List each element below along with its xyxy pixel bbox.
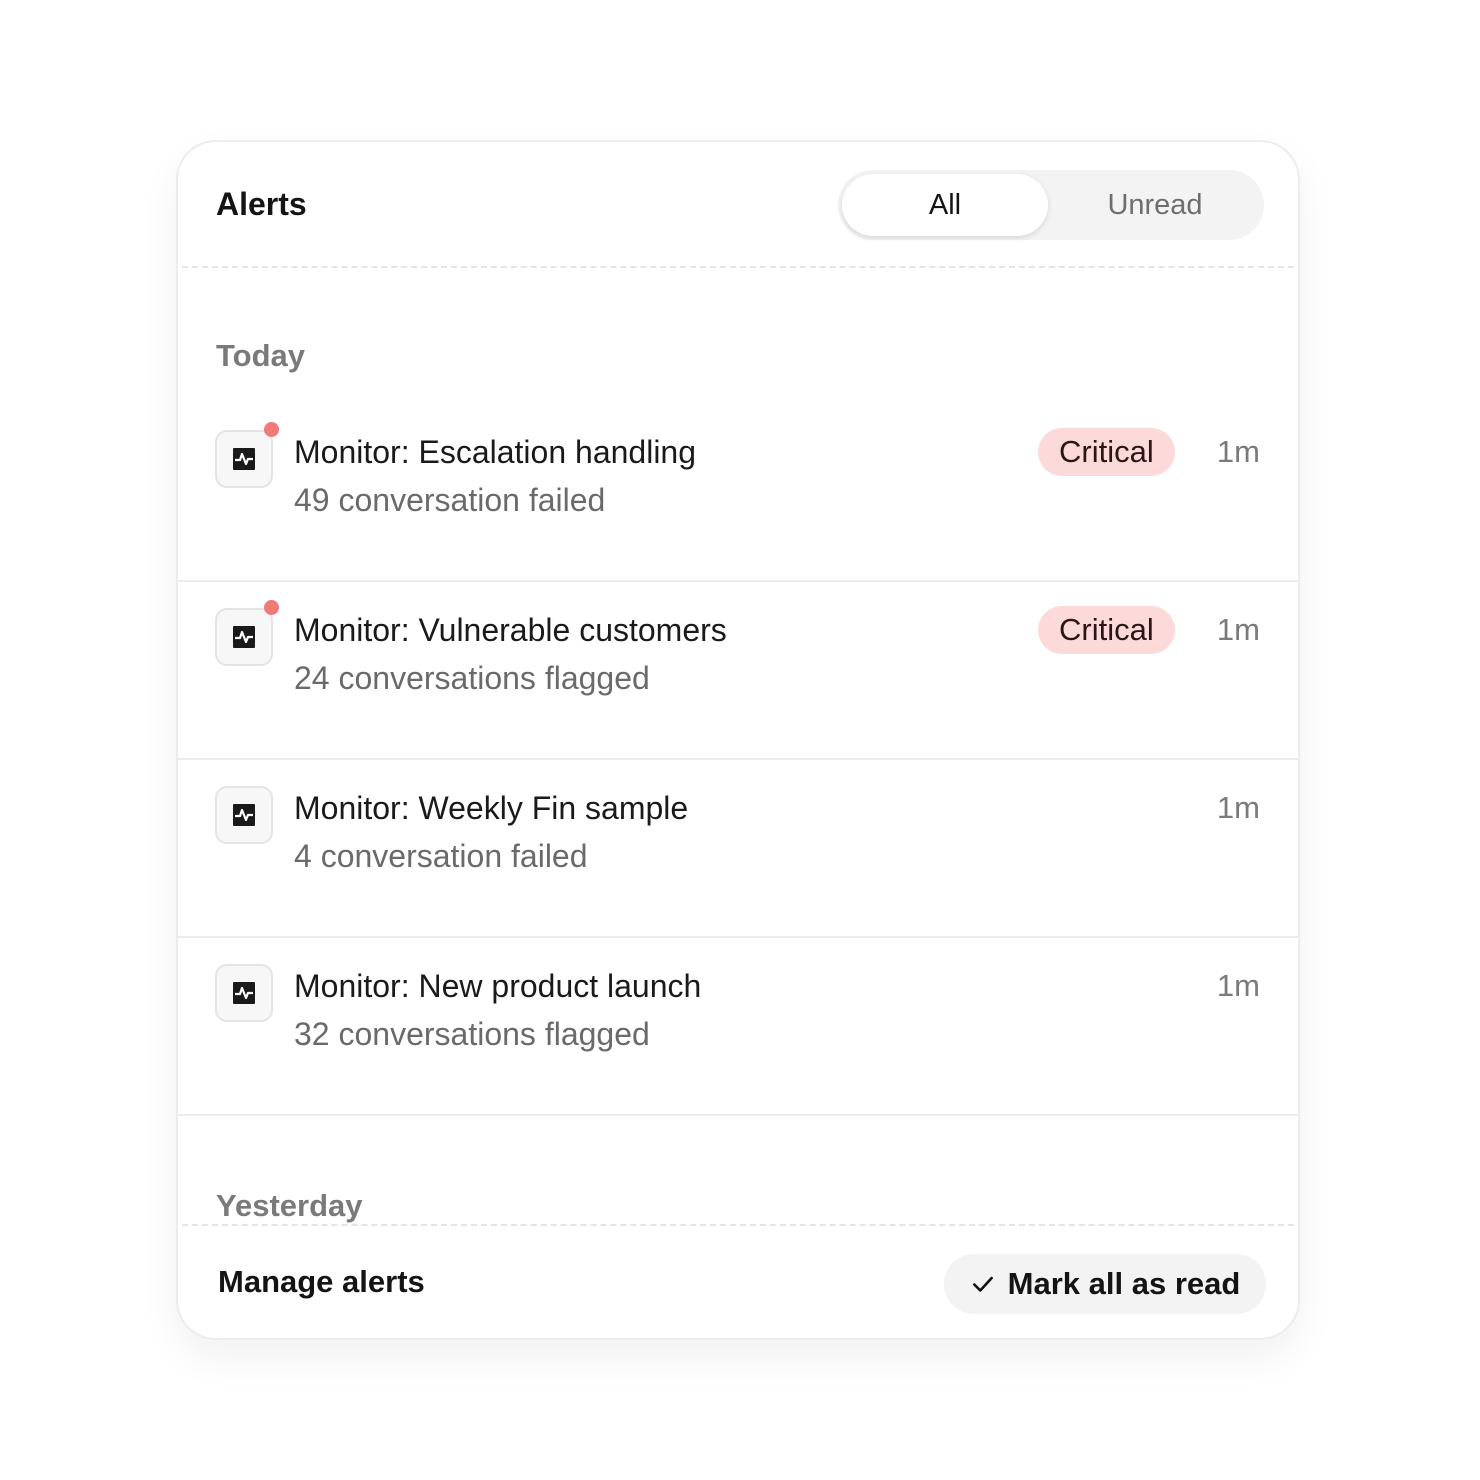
- critical-badge: Critical: [1038, 428, 1175, 476]
- alert-row[interactable]: Monitor: Escalation handling 49 conversa…: [178, 404, 1298, 582]
- mark-all-read-button[interactable]: Mark all as read: [944, 1254, 1266, 1314]
- alert-subtitle: 4 conversation failed: [294, 838, 588, 874]
- tab-unread[interactable]: Unread: [1052, 174, 1258, 236]
- activity-icon: [215, 430, 273, 488]
- section-label-yesterday: Yesterday: [216, 1188, 363, 1223]
- panel-title: Alerts: [216, 186, 307, 222]
- section-label-today: Today: [216, 338, 305, 373]
- filter-segmented-control: All Unread: [838, 170, 1264, 240]
- unread-indicator: [264, 600, 279, 615]
- alert-row[interactable]: Monitor: New product launch 32 conversat…: [178, 938, 1298, 1116]
- alert-row[interactable]: Monitor: Vulnerable customers 24 convers…: [178, 582, 1298, 760]
- alert-subtitle: 24 conversations flagged: [294, 660, 650, 696]
- alert-time: 1m: [1216, 790, 1260, 825]
- unread-indicator: [264, 422, 279, 437]
- alert-title: Monitor: New product launch: [294, 968, 702, 1004]
- tab-all[interactable]: All: [842, 174, 1048, 236]
- header-divider: [182, 266, 1294, 268]
- alert-title: Monitor: Vulnerable customers: [294, 612, 727, 648]
- activity-icon: [215, 608, 273, 666]
- activity-icon: [215, 964, 273, 1022]
- alert-row[interactable]: Monitor: Weekly Fin sample 4 conversatio…: [178, 760, 1298, 938]
- critical-badge: Critical: [1038, 606, 1175, 654]
- check-icon: [972, 1276, 993, 1292]
- mark-all-read-label: Mark all as read: [1007, 1266, 1241, 1301]
- alert-subtitle: 32 conversations flagged: [294, 1016, 650, 1052]
- activity-icon: [215, 786, 273, 844]
- alert-time: 1m: [1216, 612, 1260, 647]
- alert-title: Monitor: Escalation handling: [294, 434, 697, 470]
- footer-divider: [182, 1224, 1294, 1226]
- manage-alerts-link[interactable]: Manage alerts: [218, 1264, 425, 1300]
- alerts-header: Alerts All Unread: [178, 142, 1298, 268]
- alert-title: Monitor: Weekly Fin sample: [294, 790, 689, 826]
- alerts-panel: Alerts All Unread Today Monitor: Escalat…: [176, 140, 1300, 1340]
- alert-time: 1m: [1216, 968, 1260, 1003]
- alert-subtitle: 49 conversation failed: [294, 482, 606, 518]
- alert-time: 1m: [1216, 434, 1260, 469]
